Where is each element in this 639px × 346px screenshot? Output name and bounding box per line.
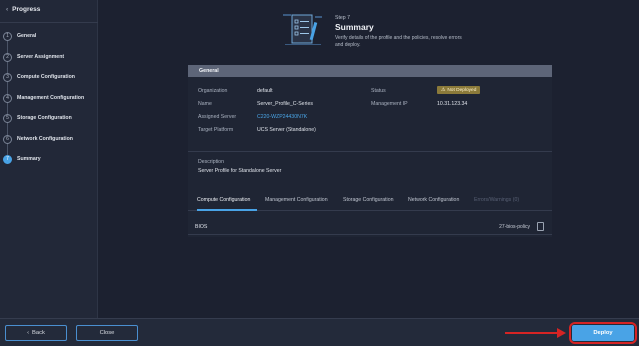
tab-management-configuration[interactable]: Management Configuration [265,197,328,203]
tab-storage-configuration[interactable]: Storage Configuration [343,197,393,203]
step-server-assignment[interactable]: 2 Server Assignment [3,51,64,63]
sidebar-divider [0,22,98,23]
step-compute-configuration[interactable]: 3 Compute Configuration [3,71,75,83]
management-ip-value: 10.31.123.34 [437,101,468,107]
configuration-tabs: Compute Configuration Management Configu… [188,195,552,211]
status-badge: ⚠ Not Deployed [437,86,481,94]
back-button[interactable]: ‹ Back [5,325,67,341]
step-number: 6 [3,134,12,144]
back-button-label: Back [32,330,45,336]
collapse-icon[interactable]: ‹ [6,6,8,13]
target-platform-label: Target Platform [198,127,234,133]
bios-label: BIOS [195,224,208,230]
step-label: Network Configuration [17,136,73,142]
summary-illustration-icon [283,14,322,45]
chevron-left-icon: ‹ [27,330,30,336]
organization-label: Organization [198,88,228,94]
assigned-server-link[interactable]: C220-WZP24430N7K [257,114,307,120]
close-button[interactable]: Close [76,325,138,341]
active-tab-indicator [197,209,257,211]
assigned-server-label: Assigned Server [198,114,237,120]
target-platform-value: UCS Server (Standalone) [257,127,316,133]
step-label: General [17,33,37,39]
wizard-footer: ‹ Back Close Deploy [0,318,639,346]
progress-title[interactable]: ‹ Progress [6,6,40,13]
policy-details-icon[interactable] [537,222,544,231]
bios-policy-row: BIOS 27-bios-policy [188,220,552,235]
page-title: Summary [335,22,374,32]
deploy-button[interactable]: Deploy [572,325,634,341]
step-indicator: Step 7 [335,15,350,21]
step-label: Compute Configuration [17,74,75,80]
annotation-arrow-head [557,328,566,338]
step-general[interactable]: 1 General [3,30,36,42]
main-content: Step 7 Summary Verify details of the pro… [99,0,639,318]
tab-network-configuration[interactable]: Network Configuration [408,197,459,203]
bios-policy-name: 27-bios-policy [499,224,530,230]
page-description: Verify details of the profile and the po… [335,35,462,48]
general-section-title: General [199,68,219,74]
step-number: 1 [3,31,12,41]
step-label: Management Configuration [17,95,85,101]
management-ip-label: Management IP [371,101,408,107]
warning-icon: ⚠ [441,87,446,93]
section-divider [188,151,552,152]
step-label: Storage Configuration [17,115,72,121]
step-network-configuration[interactable]: 6 Network Configuration [3,133,73,145]
step-label: Server Assignment [17,54,65,60]
step-number: 4 [3,93,12,103]
step-number: 2 [3,52,12,62]
step-number: 7 [3,154,12,164]
tab-errors-warnings[interactable]: Errors/Warnings (0) [474,197,519,203]
step-number: 5 [3,113,12,123]
progress-title-label: Progress [12,6,41,13]
step-number: 3 [3,72,12,82]
annotation-arrow [505,332,559,334]
status-badge-text: Not Deployed [447,87,477,93]
name-label: Name [198,101,212,107]
description-value: Server Profile for Standalone Server [198,168,282,174]
step-management-configuration[interactable]: 4 Management Configuration [3,92,84,104]
step-label: Summary [17,156,41,162]
status-label: Status [371,88,386,94]
step-storage-configuration[interactable]: 5 Storage Configuration [3,112,72,124]
organization-value: default [257,88,273,94]
tab-compute-configuration[interactable]: Compute Configuration [197,197,250,203]
progress-sidebar: ‹ Progress 1 General 2 Server Assignment … [0,0,98,318]
name-value: Server_Profile_C-Series [257,101,313,107]
general-section-header: General [188,65,552,77]
description-label: Description [198,159,224,165]
step-summary[interactable]: 7 Summary [3,153,41,165]
